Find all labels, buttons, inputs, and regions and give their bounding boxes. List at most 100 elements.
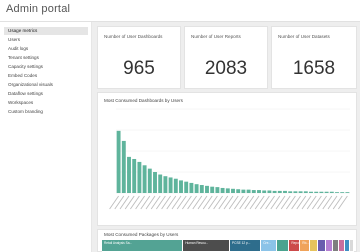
treemap-tile[interactable]: Human Resou... [183, 240, 231, 252]
kpi-label: Number of User Reports [191, 34, 241, 39]
bar[interactable] [319, 191, 324, 193]
bar[interactable] [324, 191, 329, 193]
kpi-value: 965 [123, 58, 155, 79]
bar[interactable] [272, 190, 277, 193]
kpi-card-dashboards[interactable]: Number of User Dashboards 965 [97, 26, 181, 89]
treemap-tile[interactable] [276, 240, 290, 252]
bar[interactable] [345, 192, 350, 193]
dashboard-canvas: Number of User Dashboards 965 Number of … [92, 22, 360, 252]
bar[interactable] [277, 190, 282, 193]
bar[interactable] [257, 190, 261, 193]
bar[interactable] [173, 178, 178, 193]
bar[interactable] [116, 130, 121, 193]
category-label-placeholder [332, 195, 343, 210]
bar[interactable] [314, 191, 319, 193]
bar[interactable] [189, 182, 194, 193]
category-label-placeholder [202, 195, 213, 210]
kpi-card-reports[interactable]: Number of User Reports 2083 [184, 26, 268, 89]
bar[interactable] [142, 165, 147, 193]
bar[interactable] [251, 190, 256, 193]
bar[interactable] [309, 191, 313, 193]
bar[interactable] [179, 180, 183, 193]
bar[interactable] [303, 191, 308, 193]
bar[interactable] [225, 188, 230, 193]
bar[interactable] [184, 181, 189, 193]
treemap-tile[interactable]: Repo... [289, 240, 301, 252]
treemap-tile[interactable] [325, 240, 333, 252]
category-label-placeholder [124, 195, 135, 210]
bar[interactable] [132, 158, 137, 193]
bar[interactable] [147, 168, 152, 193]
category-label-placeholder [197, 195, 208, 210]
chart-title: Most Consumed Packages by Users [104, 232, 179, 237]
category-label-placeholder [166, 195, 177, 210]
sidebar-item-audit-logs[interactable]: Audit logs [4, 45, 88, 53]
treemap-tile-label: Cre... [263, 241, 272, 245]
bar[interactable] [220, 187, 225, 193]
sidebar-item-usage-metrics[interactable]: Usage metrics [4, 27, 88, 35]
sidebar-item-capacity-settings[interactable]: Capacity settings [4, 63, 88, 71]
bar[interactable] [163, 176, 168, 193]
bar[interactable] [168, 177, 173, 193]
bar[interactable] [335, 192, 339, 193]
bar[interactable] [288, 191, 293, 193]
treemap-tile[interactable] [309, 240, 319, 252]
sidebar-item-embed-codes[interactable]: Embed Codes [4, 72, 88, 80]
sidebar-item-custom-branding[interactable]: Custom branding [4, 108, 88, 116]
treemap-tile-label: Retail Analysis Sa... [104, 241, 133, 245]
kpi-label: Number of User Datasets [278, 34, 330, 39]
kpi-card-datasets[interactable]: Number of User Datasets 1658 [271, 26, 357, 89]
title-bar: Admin portal [0, 0, 360, 22]
treemap-tile[interactable]: PCSE 12 p... [230, 240, 262, 252]
bar[interactable] [210, 186, 215, 193]
bar[interactable] [298, 191, 303, 193]
bar[interactable] [236, 189, 241, 193]
bar[interactable] [205, 185, 209, 193]
category-label-placeholder [234, 195, 244, 210]
bar[interactable] [267, 190, 272, 193]
treemap-tile[interactable]: Retail Analysis Sa... [102, 240, 184, 252]
category-label-placeholder [145, 195, 156, 210]
sidebar-item-dataflow-settings[interactable]: Dataflow settings [4, 90, 88, 98]
category-label-placeholder [327, 195, 338, 210]
bar[interactable] [241, 189, 246, 193]
bar[interactable] [262, 190, 267, 193]
bar[interactable] [246, 189, 251, 193]
sidebar-item-organizational-visuals[interactable]: Organizational visuals [4, 81, 88, 89]
bar[interactable] [340, 192, 345, 193]
bar[interactable] [199, 185, 204, 193]
bar[interactable] [215, 187, 220, 193]
kpi-label: Number of User Dashboards [104, 34, 163, 39]
treemap-tile[interactable]: Rb... [300, 240, 310, 252]
category-label-placeholder [213, 195, 223, 210]
sidebar-item-workspaces[interactable]: Workspaces [4, 99, 88, 107]
packages-chart-card[interactable]: Most Consumed Packages by Users Retail A… [97, 229, 357, 252]
sidebar-item-users[interactable]: Users [4, 36, 88, 44]
bar[interactable] [329, 191, 334, 193]
category-label-placeholder [338, 195, 348, 210]
category-label-placeholder [301, 195, 312, 210]
bar[interactable] [293, 191, 298, 193]
treemap-tile[interactable]: Cre... [261, 240, 277, 252]
bar[interactable] [121, 140, 126, 193]
bar[interactable] [137, 161, 142, 193]
category-label-placeholder [161, 195, 171, 210]
bar[interactable] [231, 188, 235, 193]
dashboards-chart-card[interactable]: Most Consumed Dashboards by Users [97, 92, 357, 226]
bar[interactable] [127, 156, 131, 193]
bar[interactable] [158, 174, 163, 193]
treemap-tile-label: PCSE 12 p... [232, 241, 251, 245]
bar[interactable] [283, 190, 287, 193]
category-label-placeholder [192, 195, 203, 210]
sidebar-item-tenant-settings[interactable]: Tenant settings [4, 54, 88, 62]
treemap-tile[interactable] [318, 240, 326, 252]
treemap-tile-label: Human Resou... [185, 241, 209, 245]
category-label-placeholder [249, 195, 260, 210]
category-label-placeholder [286, 195, 296, 210]
category-label-placeholder [317, 195, 327, 210]
category-label-placeholder [140, 195, 151, 210]
bar[interactable] [194, 184, 199, 193]
treemap: Retail Analysis Sa... Human Resou... PCSE … [102, 240, 354, 252]
treemap-tile[interactable] [349, 240, 354, 252]
bar[interactable] [153, 172, 157, 193]
